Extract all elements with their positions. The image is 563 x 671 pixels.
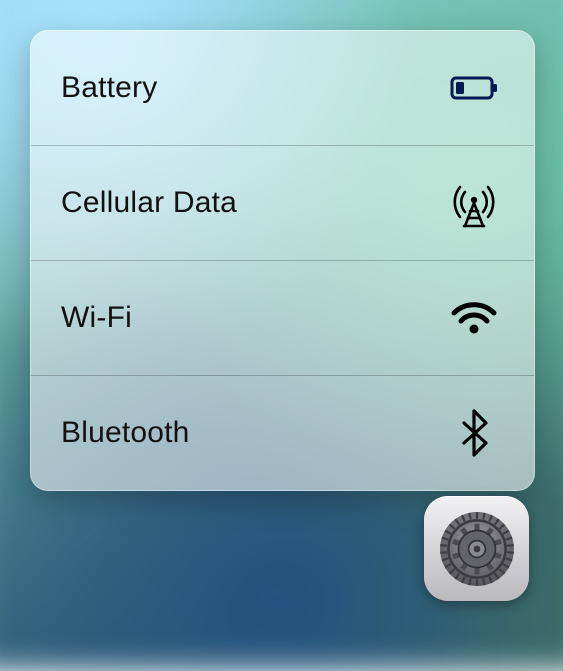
wifi-icon [446, 290, 502, 346]
settings-app-icon[interactable] [424, 496, 529, 601]
menu-item-cellular-data[interactable]: Cellular Data [31, 145, 534, 260]
menu-item-bluetooth[interactable]: Bluetooth [31, 375, 534, 490]
battery-low-icon [446, 60, 502, 116]
menu-item-label: Battery [61, 71, 157, 105]
quick-action-menu: Battery Cellular Data [30, 30, 535, 491]
menu-item-wifi[interactable]: Wi-Fi [31, 260, 534, 375]
bluetooth-icon [446, 405, 502, 461]
menu-item-label: Wi-Fi [61, 301, 132, 335]
settings-gear-icon [435, 507, 519, 591]
menu-item-battery[interactable]: Battery [31, 31, 534, 145]
menu-item-label: Cellular Data [61, 186, 237, 220]
cell-tower-icon [446, 175, 502, 231]
menu-item-label: Bluetooth [61, 416, 190, 450]
